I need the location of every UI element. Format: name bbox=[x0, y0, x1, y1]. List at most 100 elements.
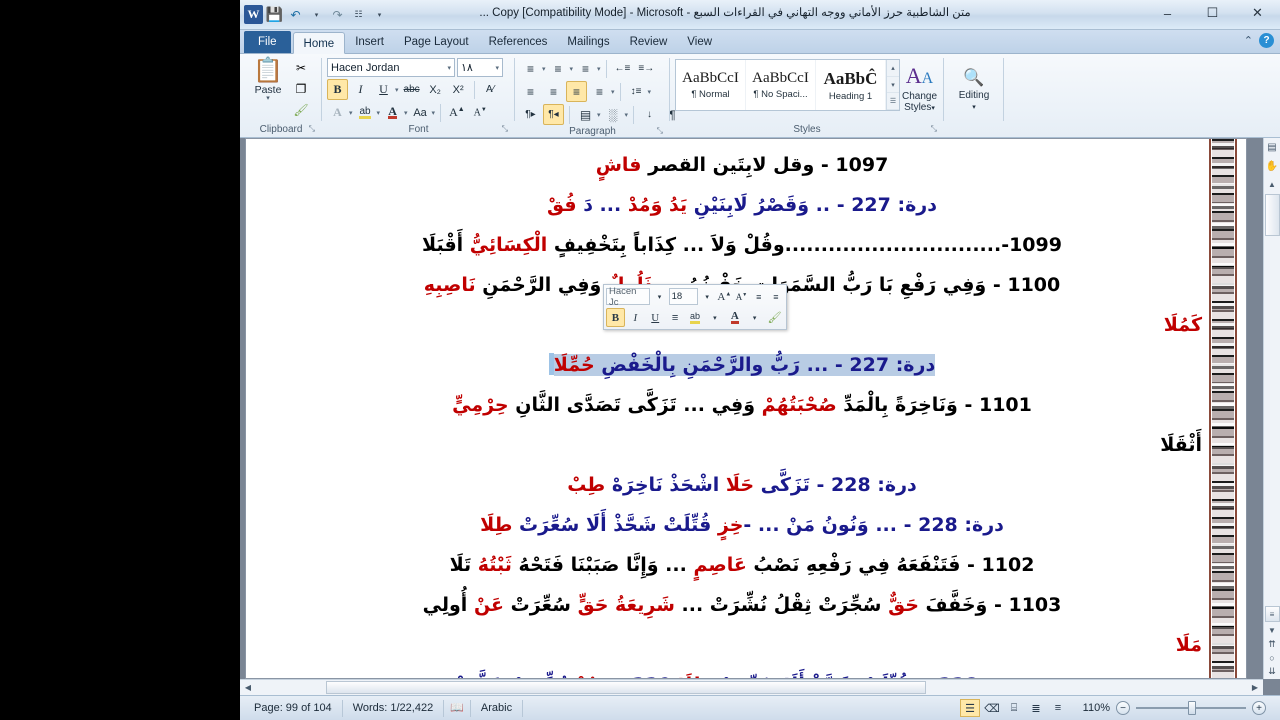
mini-font-name-caret-icon[interactable]: ▾ bbox=[651, 287, 667, 306]
styles-gallery[interactable]: AaBbCcI ¶ Normal AaBbCcI ¶ No Spaci... A… bbox=[675, 59, 900, 111]
styles-dialog-launcher-icon[interactable]: ⤡ bbox=[931, 122, 937, 136]
tab-page-layout[interactable]: Page Layout bbox=[394, 31, 479, 53]
mini-font-color-button[interactable]: A bbox=[725, 308, 744, 327]
scroll-down-button[interactable]: ▼ bbox=[1264, 622, 1280, 639]
mini-font-color-caret-icon[interactable]: ▾ bbox=[745, 308, 764, 327]
cut-icon[interactable]: ✂ bbox=[291, 58, 311, 78]
align-left-button[interactable]: ≡ bbox=[520, 81, 541, 102]
tab-home[interactable]: Home bbox=[292, 32, 346, 54]
style-no-spacing[interactable]: AaBbCcI ¶ No Spaci... bbox=[746, 60, 816, 110]
help-icon[interactable]: ? bbox=[1259, 33, 1274, 48]
document-line[interactable]: درة: 228 - ... وَنُونُ مَنْ ... -خِزٍ قُ… bbox=[282, 505, 1202, 545]
mini-font-size-input[interactable]: 18 bbox=[668, 288, 699, 305]
multilevel-list-button[interactable]: ≡ bbox=[575, 58, 596, 79]
mini-grow-font-button[interactable]: A▲ bbox=[716, 287, 732, 306]
align-right-button[interactable]: ≡ bbox=[566, 81, 587, 102]
decrease-indent-button[interactable]: ←≡ bbox=[612, 58, 634, 79]
document-line[interactable]: 1099-..............................وقُلْ… bbox=[282, 225, 1202, 265]
previous-page-icon[interactable]: ⇈ bbox=[1268, 639, 1276, 650]
view-print-layout-button[interactable]: ☰ bbox=[960, 699, 980, 717]
numbering-button[interactable]: ≡ bbox=[548, 58, 569, 79]
document-line[interactable]: 1102 - فَتَنْفَعَهُ فِي رَفْعِهِ نَصْبُ … bbox=[282, 545, 1202, 585]
close-button[interactable]: ✕ bbox=[1235, 0, 1280, 26]
bullets-button[interactable]: ≡ bbox=[520, 58, 541, 79]
borders-caret-icon[interactable]: ▾ bbox=[625, 111, 629, 119]
split-bar-icon[interactable]: ≡ bbox=[1264, 606, 1280, 622]
select-browse-object-icon[interactable]: ○ bbox=[1269, 653, 1274, 663]
line-spacing-button[interactable]: ↕≡ bbox=[626, 81, 647, 102]
view-web-layout-button[interactable]: ⌸ bbox=[1004, 699, 1024, 717]
copy-icon[interactable]: ❐ bbox=[291, 79, 311, 99]
format-painter-icon[interactable]: 🖌 bbox=[291, 100, 311, 120]
increase-indent-button[interactable]: ≡→ bbox=[635, 58, 657, 79]
zoom-out-button[interactable]: − bbox=[1116, 701, 1130, 715]
maximize-button[interactable]: ☐ bbox=[1190, 0, 1235, 26]
font-size-input[interactable]: ١٨ ▾ bbox=[457, 58, 503, 77]
styles-scroll-down-icon[interactable]: ▾ bbox=[887, 77, 899, 94]
clipboard-dialog-launcher-icon[interactable]: ⤡ bbox=[309, 122, 315, 136]
change-styles-caret-icon[interactable]: ▾ bbox=[931, 105, 935, 112]
line-spacing-caret-icon[interactable]: ▾ bbox=[648, 88, 652, 96]
mini-format-painter-icon[interactable]: 🖌 bbox=[765, 308, 784, 327]
font-dialog-launcher-icon[interactable]: ⤡ bbox=[502, 122, 508, 136]
clear-formatting-icon[interactable]: A⁄ bbox=[480, 79, 501, 100]
document-line[interactable]: مَلَا bbox=[282, 625, 1202, 665]
tab-insert[interactable]: Insert bbox=[345, 31, 394, 53]
paste-button[interactable]: 📋 Paste ▾ bbox=[245, 56, 291, 103]
highlight-caret-icon[interactable]: ▾ bbox=[377, 109, 381, 117]
font-name-input[interactable]: Hacen Jordan ▾ bbox=[327, 58, 455, 77]
status-word-count[interactable]: Words: 1/22,422 bbox=[343, 699, 445, 717]
underline-button[interactable]: U bbox=[373, 79, 394, 100]
editing-caret-icon[interactable]: ▾ bbox=[972, 104, 976, 111]
mini-highlight-button[interactable]: ab bbox=[686, 308, 705, 327]
borders-button[interactable]: ░ bbox=[603, 104, 624, 125]
document-text-body[interactable]: 1097 - وقل لابِتَين القصر فاشٍ درة: 227 -… bbox=[246, 139, 1246, 678]
view-ruler-icon[interactable]: ▤ bbox=[1264, 138, 1280, 157]
document-line[interactable]: أَثْقَلَا bbox=[282, 425, 1202, 465]
text-effects-caret-icon[interactable]: ▾ bbox=[349, 109, 353, 117]
font-name-caret-icon[interactable]: ▾ bbox=[447, 64, 451, 72]
mini-font-name-input[interactable]: Hacen Jc bbox=[606, 286, 651, 308]
view-full-screen-reading-button[interactable]: ⌫ bbox=[982, 699, 1002, 717]
rtl-text-button[interactable]: ¶◂ bbox=[543, 104, 564, 125]
change-case-caret-icon[interactable]: ▾ bbox=[432, 109, 436, 117]
change-styles-button[interactable]: AA Change Styles▾ bbox=[900, 60, 939, 114]
ltr-text-button[interactable]: ¶▸ bbox=[520, 104, 541, 125]
scroll-left-button[interactable]: ◀ bbox=[240, 680, 256, 695]
view-outline-button[interactable]: ≣ bbox=[1026, 699, 1046, 717]
mini-highlight-caret-icon[interactable]: ▾ bbox=[705, 308, 724, 327]
italic-button[interactable]: I bbox=[350, 79, 371, 100]
multilevel-caret-icon[interactable]: ▾ bbox=[597, 65, 601, 73]
font-size-caret-icon[interactable]: ▾ bbox=[495, 64, 499, 72]
tab-file[interactable]: File bbox=[244, 31, 291, 53]
styles-scroll-up-icon[interactable]: ▴ bbox=[887, 60, 899, 77]
tab-references[interactable]: References bbox=[479, 31, 558, 53]
mini-shrink-font-button[interactable]: A▼ bbox=[733, 287, 749, 306]
proofing-errors-icon[interactable]: 📖 bbox=[444, 699, 471, 717]
editing-button[interactable]: 🔍 Editing ▾ bbox=[949, 62, 999, 113]
document-line[interactable]: درة: 227 - ... رَبُّ والرَّحْمَنِ بِالْخ… bbox=[282, 345, 1202, 385]
grow-font-button[interactable]: A▲ bbox=[446, 102, 468, 123]
zoom-slider-track[interactable] bbox=[1136, 701, 1246, 715]
tab-mailings[interactable]: Mailings bbox=[557, 31, 619, 53]
horizontal-scrollbar[interactable]: ◀ ▶ bbox=[240, 679, 1263, 695]
shading-button[interactable]: ▤ bbox=[575, 104, 596, 125]
document-line[interactable]: 1097 - وقل لابِتَين القصر فاشٍ bbox=[282, 145, 1202, 185]
zoom-slider-thumb[interactable] bbox=[1188, 701, 1196, 715]
strikethrough-button[interactable]: abc bbox=[401, 79, 423, 100]
document-line[interactable]: درة : 228 -..قُتِّلَتْ شَحَّذْ أَلَا سُع… bbox=[282, 665, 1202, 678]
justify-button[interactable]: ≡ bbox=[589, 81, 610, 102]
hand-icon[interactable]: ✋ bbox=[1264, 157, 1280, 176]
status-language[interactable]: Arabic bbox=[471, 699, 524, 717]
shrink-font-button[interactable]: A▼ bbox=[470, 102, 491, 123]
paste-caret-icon[interactable]: ▾ bbox=[266, 95, 270, 102]
mini-bold-button[interactable]: B bbox=[606, 308, 625, 327]
superscript-button[interactable]: X² bbox=[448, 79, 469, 100]
vertical-scrollbar[interactable]: ▤ ✋ ▲ ≡ ▼ ⇈ ○ ⇊ bbox=[1263, 138, 1280, 679]
mini-increase-indent-button[interactable]: ≡ bbox=[751, 287, 767, 306]
paragraph-dialog-launcher-icon[interactable]: ⤡ bbox=[657, 124, 663, 138]
justify-caret-icon[interactable]: ▾ bbox=[611, 88, 615, 96]
mini-underline-button[interactable]: U bbox=[646, 308, 665, 327]
mini-italic-button[interactable]: I bbox=[626, 308, 645, 327]
style-normal[interactable]: AaBbCcI ¶ Normal bbox=[676, 60, 746, 110]
